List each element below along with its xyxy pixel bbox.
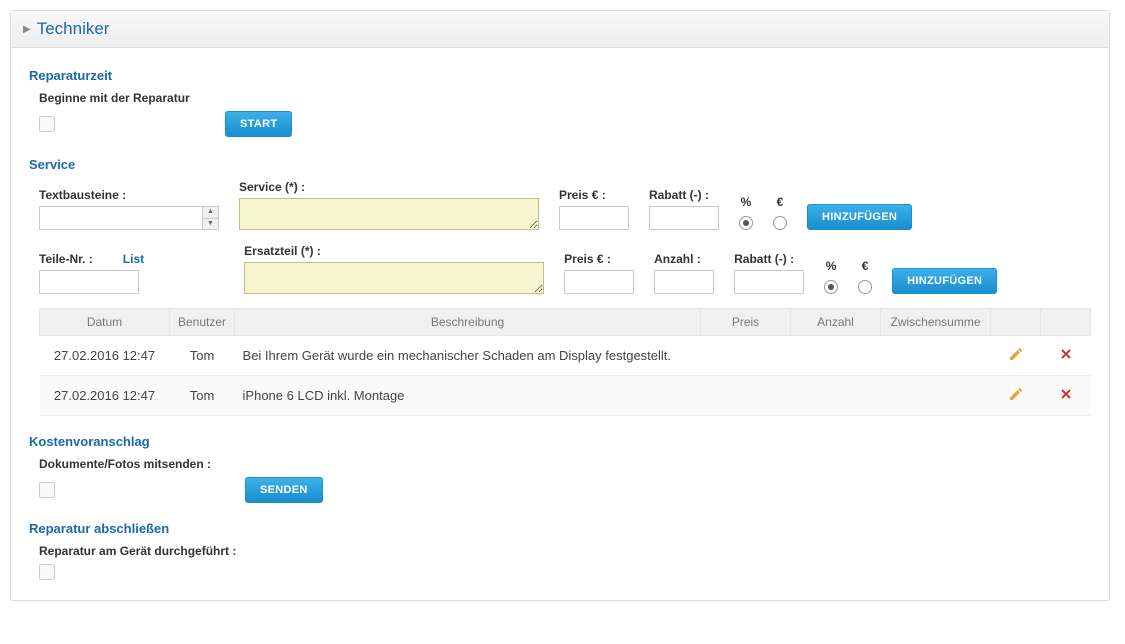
begin-repair-checkbox[interactable] xyxy=(39,116,55,132)
service-textarea[interactable] xyxy=(239,198,539,230)
cell-beschreibung: Bei Ihrem Gerät wurde ein mechanischer S… xyxy=(235,336,701,376)
list-link[interactable]: List xyxy=(123,252,144,266)
sparepart-textarea[interactable] xyxy=(244,262,544,294)
cell-benutzer: Tom xyxy=(170,336,235,376)
percent-radio-2[interactable] xyxy=(824,280,838,294)
cell-datum: 27.02.2016 12:47 xyxy=(40,336,170,376)
discount-input-1[interactable] xyxy=(649,206,719,230)
delete-icon[interactable] xyxy=(1058,350,1074,365)
cell-beschreibung: iPhone 6 LCD inkl. Montage xyxy=(235,376,701,416)
textblocks-label: Textbausteine : xyxy=(39,188,219,202)
cell-datum: 27.02.2016 12:47 xyxy=(40,376,170,416)
add-service-button[interactable]: HINZUFÜGEN xyxy=(807,204,912,230)
partnr-input[interactable] xyxy=(39,270,139,294)
panel-title: Techniker xyxy=(37,19,110,39)
docs-checkbox[interactable] xyxy=(39,482,55,498)
price-label-2: Preis € : xyxy=(564,252,634,266)
techniker-panel: ▶ Techniker Reparaturzeit Beginne mit de… xyxy=(10,10,1110,601)
euro-label-1: € xyxy=(773,195,787,209)
service-field-label: Service (*) : xyxy=(239,180,539,194)
th-zwischensumme: Zwischensumme xyxy=(881,309,991,336)
table-row: 27.02.2016 12:47TomBei Ihrem Gerät wurde… xyxy=(40,336,1091,376)
finish-label: Reparatur am Gerät durchgeführt : xyxy=(39,544,1091,558)
anzahl-label: Anzahl : xyxy=(654,252,714,266)
euro-radio-1[interactable] xyxy=(773,216,787,230)
price-label-1: Preis € : xyxy=(559,188,629,202)
partnr-label: Teile-Nr. : xyxy=(39,252,93,266)
table-row: 27.02.2016 12:47TomiPhone 6 LCD inkl. Mo… xyxy=(40,376,1091,416)
panel-header[interactable]: ▶ Techniker xyxy=(11,11,1109,48)
th-edit xyxy=(991,309,1041,336)
percent-label-1: % xyxy=(739,195,753,209)
discount-input-2[interactable] xyxy=(734,270,804,294)
cell-preis xyxy=(701,376,791,416)
start-button[interactable]: START xyxy=(225,111,292,137)
add-part-button[interactable]: HINZUFÜGEN xyxy=(892,268,997,294)
cell-zwischensumme xyxy=(881,376,991,416)
th-datum: Datum xyxy=(40,309,170,336)
th-anzahl: Anzahl xyxy=(791,309,881,336)
section-finish-title: Reparatur abschließen xyxy=(29,521,1091,536)
cell-anzahl xyxy=(791,376,881,416)
collapse-icon: ▶ xyxy=(23,24,31,35)
discount-label-1: Rabatt (-) : xyxy=(649,188,719,202)
th-delete xyxy=(1041,309,1091,336)
percent-label-2: % xyxy=(824,259,838,273)
textblocks-select[interactable]: ▲▼ xyxy=(39,206,219,230)
anzahl-input[interactable] xyxy=(654,270,714,294)
panel-body: Reparaturzeit Beginne mit der Reparatur … xyxy=(11,48,1109,600)
th-preis: Preis xyxy=(701,309,791,336)
stepper-icon[interactable]: ▲▼ xyxy=(202,207,218,229)
edit-icon[interactable] xyxy=(1008,350,1024,365)
th-benutzer: Benutzer xyxy=(170,309,235,336)
cell-zwischensumme xyxy=(881,336,991,376)
euro-label-2: € xyxy=(858,259,872,273)
cell-preis xyxy=(701,336,791,376)
price-input-2[interactable] xyxy=(564,270,634,294)
discount-label-2: Rabatt (-) : xyxy=(734,252,804,266)
begin-repair-label: Beginne mit der Reparatur xyxy=(39,91,1091,105)
sparepart-label: Ersatzteil (*) : xyxy=(244,244,544,258)
edit-icon[interactable] xyxy=(1008,390,1024,405)
finish-checkbox[interactable] xyxy=(39,564,55,580)
section-service-title: Service xyxy=(29,157,1091,172)
delete-icon[interactable] xyxy=(1058,390,1074,405)
price-input-1[interactable] xyxy=(559,206,629,230)
section-estimate-title: Kostenvoranschlag xyxy=(29,434,1091,449)
percent-radio-1[interactable] xyxy=(739,216,753,230)
send-button[interactable]: SENDEN xyxy=(245,477,323,503)
cell-anzahl xyxy=(791,336,881,376)
section-repairtime-title: Reparaturzeit xyxy=(29,68,1091,83)
cell-benutzer: Tom xyxy=(170,376,235,416)
service-table: Datum Benutzer Beschreibung Preis Anzahl… xyxy=(39,308,1091,416)
docs-label: Dokumente/Fotos mitsenden : xyxy=(39,457,1091,471)
th-beschreibung: Beschreibung xyxy=(235,309,701,336)
euro-radio-2[interactable] xyxy=(858,280,872,294)
